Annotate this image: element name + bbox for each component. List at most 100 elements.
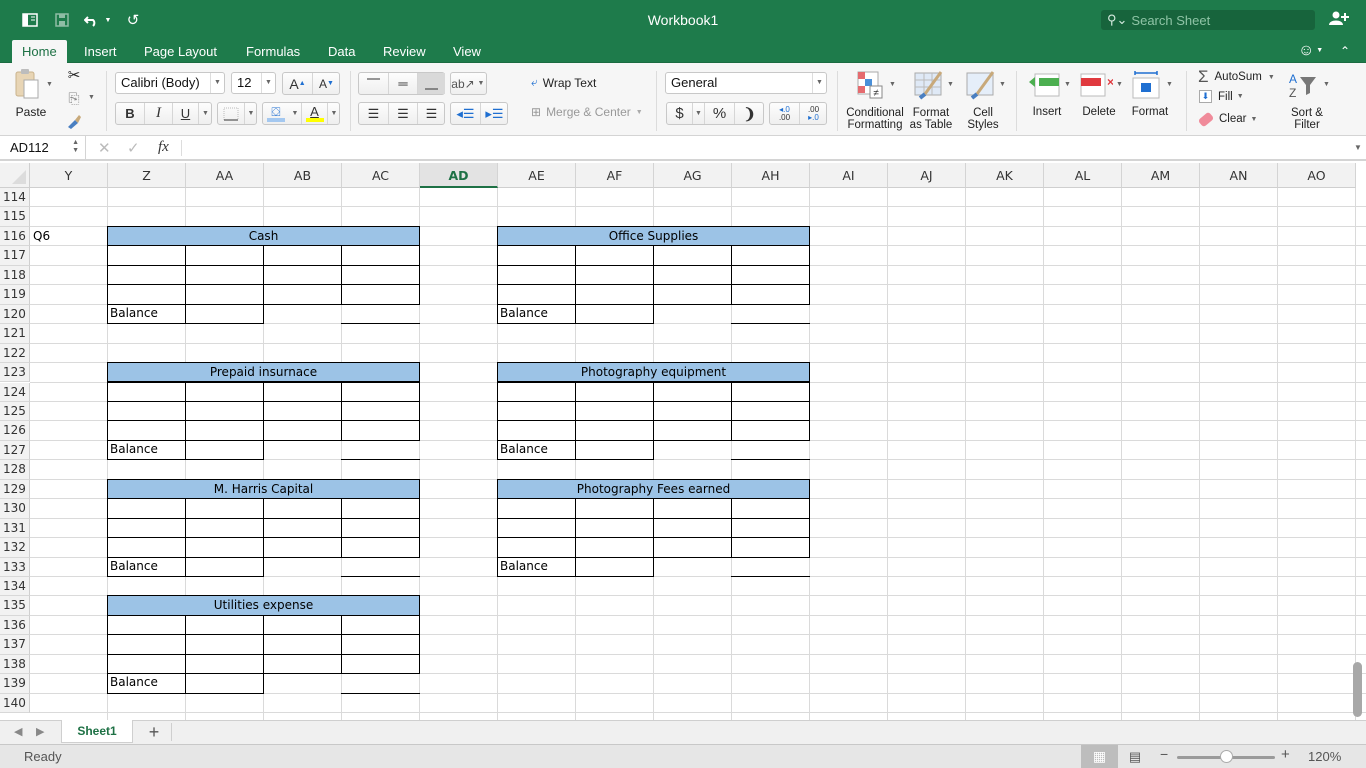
row-header-114[interactable]: 114	[0, 188, 30, 208]
row-header-124[interactable]: 124	[0, 382, 30, 402]
tab-data[interactable]: Data	[318, 40, 365, 63]
insert-cells-icon[interactable]	[1026, 69, 1062, 101]
select-all-corner[interactable]	[0, 163, 30, 188]
row-header-132[interactable]: 132	[0, 538, 30, 558]
format-cells-button[interactable]: Format	[1126, 106, 1174, 118]
borders-button[interactable]: ▼	[217, 102, 257, 125]
chevron-down-icon[interactable]: ▼	[1166, 81, 1173, 88]
align-center-button[interactable]: ☰	[388, 103, 417, 124]
currency-button[interactable]: $	[667, 103, 692, 124]
scroll-tabs-right-icon[interactable]: ▶	[36, 725, 44, 738]
zoom-in-button[interactable]: +	[1281, 746, 1290, 763]
chevron-down-icon[interactable]: ▼	[947, 81, 954, 88]
row-header-123[interactable]: 123	[0, 363, 30, 383]
column-header-ag[interactable]: AG	[654, 163, 732, 188]
align-middle-button[interactable]: ═	[388, 73, 417, 94]
row-header-125[interactable]: 125	[0, 401, 30, 422]
font-color-button[interactable]: A	[301, 103, 327, 124]
delete-cells-button[interactable]: Delete	[1076, 106, 1122, 118]
font-color-dropdown-icon[interactable]: ▼	[327, 103, 340, 124]
fill-color-dropdown-icon[interactable]: ▼	[289, 103, 301, 124]
fill-button[interactable]: ⬇ Fill ▼	[1199, 90, 1244, 103]
column-header-ae[interactable]: AE	[498, 163, 576, 188]
cut-icon[interactable]: ✂	[66, 66, 82, 84]
currency-dropdown-icon[interactable]: ▼	[692, 103, 704, 124]
zoom-slider-thumb[interactable]	[1220, 750, 1233, 763]
column-header-z[interactable]: Z	[108, 163, 186, 188]
column-header-ac[interactable]: AC	[342, 163, 420, 188]
format-cells-icon[interactable]	[1130, 69, 1164, 101]
row-header-137[interactable]: 137	[0, 635, 30, 655]
row-header-139[interactable]: 139	[0, 674, 30, 694]
column-header-aj[interactable]: AJ	[888, 163, 966, 188]
row-header-140[interactable]: 140	[0, 693, 30, 714]
decrease-decimal-button[interactable]: .00 ▸.0	[799, 103, 827, 124]
number-format-select[interactable]: General ▼	[665, 72, 827, 94]
percent-button[interactable]: %	[704, 103, 734, 124]
tab-page-layout[interactable]: Page Layout	[134, 40, 227, 63]
column-header-ad[interactable]: AD	[420, 163, 498, 188]
row-header-117[interactable]: 117	[0, 246, 30, 266]
column-header-ai[interactable]: AI	[810, 163, 888, 188]
increase-font-size-button[interactable]: A ▲	[283, 73, 312, 94]
column-header-aa[interactable]: AA	[186, 163, 264, 188]
cell-y116[interactable]: Q6	[33, 229, 50, 243]
clear-button[interactable]: Clear ▼	[1197, 111, 1257, 127]
paste-icon[interactable]	[12, 67, 42, 101]
row-header-135[interactable]: 135	[0, 596, 30, 616]
row-header-118[interactable]: 118	[0, 265, 30, 286]
chevron-down-icon[interactable]: ▼	[1323, 81, 1330, 88]
name-box[interactable]: AD112 ▲ ▼	[0, 136, 86, 160]
chevron-down-icon[interactable]: ▼	[1116, 81, 1123, 88]
page-layout-view-button[interactable]: ▤	[1124, 745, 1146, 768]
share-person-add-icon[interactable]	[1328, 10, 1350, 30]
wrap-text-button[interactable]: ⤶ Wrap Text	[531, 75, 596, 90]
zoom-out-button[interactable]: −	[1160, 746, 1168, 762]
increase-indent-button[interactable]: ▸☰	[480, 103, 508, 124]
orientation-button[interactable]: ab↗ ▼	[450, 72, 487, 95]
fill-color-button[interactable]: ⛋	[263, 103, 289, 124]
align-right-button[interactable]: ☰	[417, 103, 445, 124]
bold-button[interactable]: B	[116, 103, 144, 124]
increase-decimal-button[interactable]: ◂.0.00	[770, 103, 799, 124]
merge-center-button[interactable]: ⊞ Merge & Center ▼	[531, 105, 643, 119]
row-header-131[interactable]: 131	[0, 518, 30, 539]
scroll-tabs-left-icon[interactable]: ◀	[14, 725, 22, 738]
tab-insert[interactable]: Insert	[74, 40, 127, 63]
column-header-y[interactable]: Y	[30, 163, 108, 188]
row-header-126[interactable]: 126	[0, 421, 30, 441]
format-as-table-icon[interactable]	[911, 69, 947, 101]
column-header-af[interactable]: AF	[576, 163, 654, 188]
row-header-127[interactable]: 127	[0, 440, 30, 461]
underline-button[interactable]: U	[172, 103, 198, 124]
row-header-116[interactable]: 116	[0, 226, 30, 247]
normal-view-button[interactable]: ▦	[1081, 745, 1118, 768]
column-header-am[interactable]: AM	[1122, 163, 1200, 188]
conditional-formatting-label[interactable]: Conditional Formatting	[843, 107, 907, 131]
align-bottom-button[interactable]: ⎽	[417, 73, 445, 94]
comma-style-button[interactable]: ❩	[734, 103, 764, 124]
row-header-133[interactable]: 133	[0, 557, 30, 577]
search-sheet-input[interactable]: ⚲⌄ Search Sheet	[1101, 10, 1315, 30]
add-sheet-button[interactable]: +	[143, 721, 165, 743]
row-header-115[interactable]: 115	[0, 207, 30, 227]
decrease-indent-button[interactable]: ◂☰	[451, 103, 480, 124]
column-header-al[interactable]: AL	[1044, 163, 1122, 188]
formula-input[interactable]	[186, 136, 1346, 160]
italic-button[interactable]: I	[144, 103, 172, 124]
format-painter-icon[interactable]	[66, 113, 82, 129]
row-header-121[interactable]: 121	[0, 324, 30, 344]
cancel-icon[interactable]: ✕	[98, 139, 111, 157]
row-header-136[interactable]: 136	[0, 615, 30, 636]
insert-cells-button[interactable]: Insert	[1025, 106, 1069, 118]
vertical-scrollbar-thumb[interactable]	[1353, 662, 1362, 717]
column-header-ab[interactable]: AB	[264, 163, 342, 188]
cell-styles-label[interactable]: Cell Styles	[960, 107, 1006, 131]
copy-dropdown-icon[interactable]: ▼	[88, 94, 95, 101]
name-box-stepper-icon[interactable]: ▲ ▼	[72, 139, 79, 155]
row-header-119[interactable]: 119	[0, 285, 30, 305]
row-header-130[interactable]: 130	[0, 499, 30, 519]
align-top-button[interactable]: ⎺	[359, 73, 388, 94]
chevron-down-icon[interactable]: ▼	[999, 81, 1006, 88]
column-header-ak[interactable]: AK	[966, 163, 1044, 188]
